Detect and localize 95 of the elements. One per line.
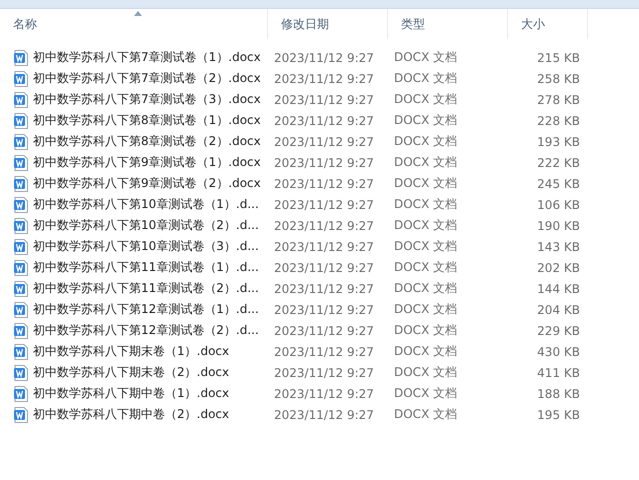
file-size: 202 KB: [537, 260, 580, 274]
file-size: 106 KB: [537, 198, 580, 212]
file-size: 245 KB: [537, 176, 580, 190]
file-name[interactable]: 初中数学苏科八下第12章测试卷（2）.d...: [33, 322, 259, 339]
file-size: 143 KB: [537, 240, 580, 254]
modified-date: 2023/11/12 9:27: [274, 50, 374, 64]
file-size: 215 KB: [537, 50, 580, 64]
word-document-icon: [14, 238, 28, 254]
word-document-icon: [14, 70, 28, 86]
modified-date: 2023/11/12 9:27: [274, 260, 374, 274]
word-document-icon: [14, 386, 28, 402]
word-document-icon: [14, 218, 28, 234]
file-name[interactable]: 初中数学苏科八下期中卷（1）.docx: [33, 385, 230, 402]
file-type: DOCX 文档: [394, 239, 458, 253]
file-type: DOCX 文档: [394, 323, 458, 337]
file-type: DOCX 文档: [394, 50, 458, 64]
file-name[interactable]: 初中数学苏科八下期末卷（1）.docx: [33, 343, 230, 360]
word-document-icon: [14, 302, 28, 318]
file-name[interactable]: 初中数学苏科八下第10章测试卷（2）.d...: [33, 217, 259, 234]
file-type: DOCX 文档: [394, 176, 458, 190]
word-document-icon: [14, 50, 28, 66]
file-name[interactable]: 初中数学苏科八下第11章测试卷（1）.d...: [33, 259, 259, 276]
modified-date: 2023/11/12 9:27: [274, 114, 374, 128]
file-size: 193 KB: [537, 134, 580, 148]
file-size: 411 KB: [537, 366, 580, 380]
modified-date: 2023/11/12 9:27: [274, 344, 374, 358]
modified-date: 2023/11/12 9:27: [274, 218, 374, 232]
file-type: DOCX 文档: [394, 281, 458, 295]
file-size: 229 KB: [537, 324, 580, 338]
word-document-icon: [14, 260, 28, 276]
word-document-icon: [14, 196, 28, 212]
file-type: DOCX 文档: [394, 218, 458, 232]
word-document-icon: [14, 280, 28, 296]
file-name[interactable]: 初中数学苏科八下期中卷（2）.docx: [33, 406, 230, 423]
file-size: 195 KB: [537, 408, 580, 422]
modified-date: 2023/11/12 9:27: [274, 240, 374, 254]
file-type: DOCX 文档: [394, 407, 458, 421]
file-name[interactable]: 初中数学苏科八下第9章测试卷（2）.docx: [33, 175, 261, 192]
file-type: DOCX 文档: [394, 71, 458, 85]
file-size: 228 KB: [537, 114, 580, 128]
word-document-icon: [14, 112, 28, 128]
word-document-icon: [14, 92, 28, 108]
modified-date: 2023/11/12 9:27: [274, 324, 374, 338]
modified-date: 2023/11/12 9:27: [274, 408, 374, 422]
file-size: 222 KB: [537, 156, 580, 170]
file-type: DOCX 文档: [394, 386, 458, 400]
word-document-icon: [14, 344, 28, 360]
file-name[interactable]: 初中数学苏科八下第7章测试卷（2）.docx: [33, 70, 261, 87]
modified-date: 2023/11/12 9:27: [274, 92, 374, 106]
file-type: DOCX 文档: [394, 260, 458, 274]
file-name[interactable]: 初中数学苏科八下第11章测试卷（2）.d...: [33, 280, 259, 297]
file-name[interactable]: 初中数学苏科八下第10章测试卷（3）.d...: [33, 238, 259, 255]
file-type: DOCX 文档: [394, 113, 458, 127]
word-document-icon: [14, 364, 28, 380]
file-size: 278 KB: [537, 92, 580, 106]
file-size: 430 KB: [537, 344, 580, 358]
file-name[interactable]: 初中数学苏科八下第12章测试卷（1）.d...: [33, 301, 259, 318]
file-name[interactable]: 初中数学苏科八下第8章测试卷（2）.docx: [33, 133, 261, 150]
modified-date: 2023/11/12 9:27: [274, 282, 374, 296]
modified-date: 2023/11/12 9:27: [274, 302, 374, 316]
file-type: DOCX 文档: [394, 155, 458, 169]
word-document-icon: [14, 406, 28, 422]
file-name[interactable]: 初中数学苏科八下第8章测试卷（1）.docx: [33, 112, 261, 129]
file-type: DOCX 文档: [394, 197, 458, 211]
file-size: 190 KB: [537, 218, 580, 232]
file-name[interactable]: 初中数学苏科八下期末卷（2）.docx: [33, 364, 230, 381]
sort-arrow-icon: [134, 11, 142, 16]
file-type: DOCX 文档: [394, 134, 458, 148]
file-size: 258 KB: [537, 72, 580, 86]
file-type: DOCX 文档: [394, 365, 458, 379]
file-name[interactable]: 初中数学苏科八下第9章测试卷（1）.docx: [33, 154, 261, 171]
modified-date: 2023/11/12 9:27: [274, 156, 374, 170]
file-size: 188 KB: [537, 386, 580, 400]
file-name[interactable]: 初中数学苏科八下第7章测试卷（3）.docx: [33, 91, 261, 108]
file-name[interactable]: 初中数学苏科八下第7章测试卷（1）.docx: [33, 49, 261, 66]
modified-date: 2023/11/12 9:27: [274, 134, 374, 148]
file-type: DOCX 文档: [394, 92, 458, 106]
column-header[interactable]: 大小: [508, 9, 588, 39]
column-header[interactable]: 类型: [388, 9, 508, 39]
modified-date: 2023/11/12 9:27: [274, 198, 374, 212]
modified-date: 2023/11/12 9:27: [274, 176, 374, 190]
file-size: 204 KB: [537, 302, 580, 316]
column-header[interactable]: 修改日期: [268, 9, 388, 39]
word-document-icon: [14, 176, 28, 192]
column-header[interactable]: 名称: [0, 9, 268, 39]
file-type: DOCX 文档: [394, 344, 458, 358]
file-size: 144 KB: [537, 282, 580, 296]
modified-date: 2023/11/12 9:27: [274, 72, 374, 86]
word-document-icon: [14, 322, 28, 338]
modified-date: 2023/11/12 9:27: [274, 366, 374, 380]
file-type: DOCX 文档: [394, 302, 458, 316]
word-document-icon: [14, 134, 28, 150]
file-name[interactable]: 初中数学苏科八下第10章测试卷（1）.d...: [33, 196, 259, 213]
word-document-icon: [14, 154, 28, 170]
modified-date: 2023/11/12 9:27: [274, 386, 374, 400]
